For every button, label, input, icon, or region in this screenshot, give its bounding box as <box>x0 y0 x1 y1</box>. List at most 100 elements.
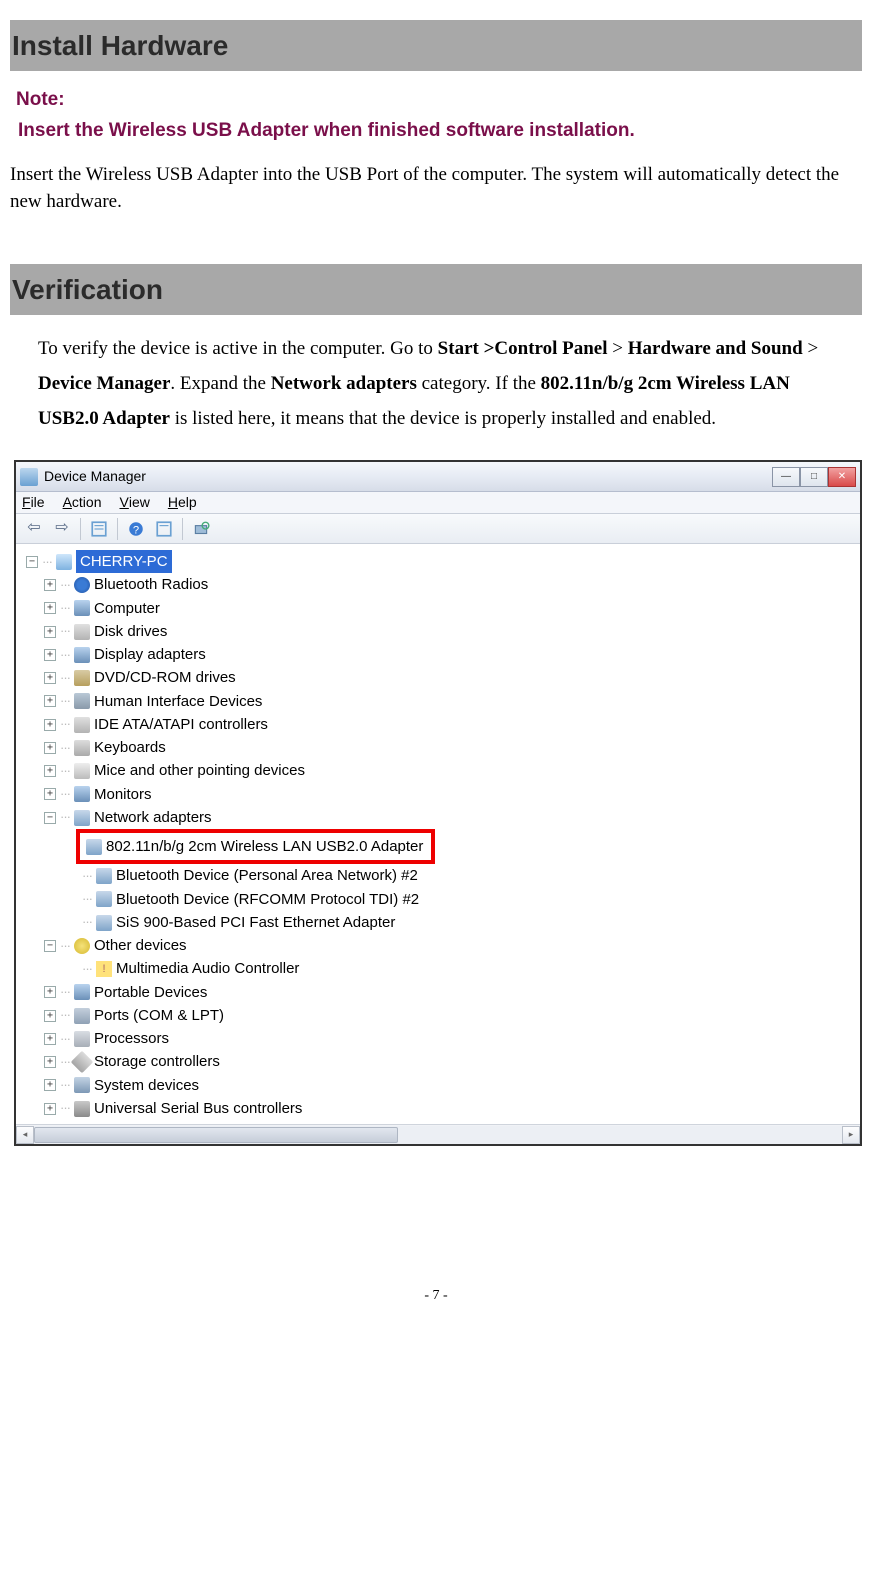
verify-text-k: is listed here, it means that the device… <box>170 408 716 429</box>
tree-node[interactable]: +···Disk drives <box>44 620 860 643</box>
tree-node[interactable]: +···Universal Serial Bus controllers <box>44 1097 860 1120</box>
tree-leaf[interactable]: ···Bluetooth Device (RFCOMM Protocol TDI… <box>82 888 860 911</box>
verify-text-i: category. If the <box>417 373 541 394</box>
node-label: Portable Devices <box>94 981 207 1004</box>
node-label: Display adapters <box>94 643 206 666</box>
back-button[interactable]: ⇦ <box>22 517 46 541</box>
titlebar[interactable]: Device Manager — □ ✕ <box>16 462 860 492</box>
expander-icon[interactable]: + <box>44 672 56 684</box>
processor-icon <box>74 1031 90 1047</box>
other-devices-icon <box>74 938 90 954</box>
expander-icon[interactable]: + <box>44 579 56 591</box>
expander-icon[interactable]: − <box>26 556 38 568</box>
tree-node[interactable]: +···Display adapters <box>44 643 860 666</box>
tree-leaf[interactable]: ···!Multimedia Audio Controller <box>82 957 860 980</box>
expander-icon[interactable]: + <box>44 788 56 800</box>
usb-icon <box>74 1101 90 1117</box>
tree-node[interactable]: +···Storage controllers <box>44 1050 860 1073</box>
tree-root[interactable]: −··· CHERRY-PC <box>26 550 860 573</box>
leaf-label: SiS 900-Based PCI Fast Ethernet Adapter <box>116 911 395 934</box>
scroll-right-button[interactable]: ▸ <box>842 1126 860 1144</box>
tree-leaf-highlighted[interactable]: 802.11n/b/g 2cm Wireless LAN USB2.0 Adap… <box>26 829 860 864</box>
expander-icon[interactable]: + <box>44 765 56 777</box>
expander-icon[interactable]: + <box>44 1056 56 1068</box>
ide-icon <box>74 717 90 733</box>
expander-icon[interactable]: + <box>44 1079 56 1091</box>
device-tree: −··· CHERRY-PC +···Bluetooth Radios +···… <box>16 544 860 1124</box>
menu-help[interactable]: Help <box>168 493 197 513</box>
maximize-button[interactable]: □ <box>800 467 828 487</box>
note-label: Note: <box>16 87 862 114</box>
tree-node[interactable]: +···Monitors <box>44 783 860 806</box>
scroll-left-button[interactable]: ◂ <box>16 1126 34 1144</box>
node-label: Human Interface Devices <box>94 690 262 713</box>
tree-node[interactable]: +···IDE ATA/ATAPI controllers <box>44 713 860 736</box>
menu-file[interactable]: File <box>22 493 45 513</box>
root-label: CHERRY-PC <box>76 550 172 573</box>
leaf-label: Multimedia Audio Controller <box>116 957 299 980</box>
tree-leaf[interactable]: ···Bluetooth Device (Personal Area Netwo… <box>82 864 860 887</box>
tree-node[interactable]: +···Bluetooth Radios <box>44 573 860 596</box>
computer-icon <box>56 554 72 570</box>
help-icon[interactable]: ? <box>124 517 148 541</box>
tree-node[interactable]: +···Portable Devices <box>44 981 860 1004</box>
keyboard-icon <box>74 740 90 756</box>
node-label: Ports (COM & LPT) <box>94 1004 224 1027</box>
node-label: Mice and other pointing devices <box>94 759 305 782</box>
expander-icon[interactable]: + <box>44 1033 56 1045</box>
node-label: Disk drives <box>94 620 167 643</box>
expander-icon[interactable]: − <box>44 812 56 824</box>
expander-icon[interactable]: + <box>44 602 56 614</box>
verify-sep1: > <box>608 338 628 359</box>
expander-icon[interactable]: + <box>44 695 56 707</box>
warning-icon: ! <box>96 961 112 977</box>
minimize-button[interactable]: — <box>772 467 800 487</box>
expander-icon[interactable]: + <box>44 649 56 661</box>
adapter-icon <box>96 891 112 907</box>
toolbar-separator <box>182 518 183 540</box>
para-verification: To verify the device is active in the co… <box>38 331 852 436</box>
tree-node[interactable]: +···Processors <box>44 1027 860 1050</box>
tree-node[interactable]: +···Keyboards <box>44 736 860 759</box>
tree-node[interactable]: +···Computer <box>44 597 860 620</box>
expander-icon[interactable]: + <box>44 626 56 638</box>
expander-icon[interactable]: + <box>44 986 56 998</box>
tree-node[interactable]: +···Ports (COM & LPT) <box>44 1004 860 1027</box>
scroll-track[interactable] <box>34 1126 842 1144</box>
forward-button[interactable]: ⇨ <box>50 517 74 541</box>
expander-icon[interactable]: + <box>44 1010 56 1022</box>
menu-action[interactable]: Action <box>63 493 102 513</box>
node-label: Storage controllers <box>94 1050 220 1073</box>
tree-node-other-devices[interactable]: −···Other devices <box>44 934 860 957</box>
expander-icon[interactable]: + <box>44 742 56 754</box>
dvd-icon <box>74 670 90 686</box>
tree-node-network-adapters[interactable]: −···Network adapters <box>44 806 860 829</box>
toolbar: ⇦ ⇨ ? <box>16 514 860 544</box>
page-number: - 7 - <box>10 1286 862 1306</box>
tree-leaf[interactable]: ···SiS 900-Based PCI Fast Ethernet Adapt… <box>82 911 860 934</box>
bluetooth-icon <box>74 577 90 593</box>
tree-node[interactable]: +···Mice and other pointing devices <box>44 759 860 782</box>
device-manager-window: Device Manager — □ ✕ File Action View He… <box>14 460 862 1146</box>
menubar: File Action View Help <box>16 492 860 514</box>
tree-node[interactable]: +···System devices <box>44 1074 860 1097</box>
leaf-label: 802.11n/b/g 2cm Wireless LAN USB2.0 Adap… <box>106 835 423 858</box>
expander-icon[interactable]: − <box>44 940 56 952</box>
refresh-icon[interactable] <box>189 517 213 541</box>
window-title: Device Manager <box>44 467 146 487</box>
scan-icon[interactable] <box>152 517 176 541</box>
verify-path-hs: Hardware and Sound <box>628 338 803 359</box>
node-label: Computer <box>94 597 160 620</box>
tree-node[interactable]: +···Human Interface Devices <box>44 690 860 713</box>
adapter-icon <box>96 915 112 931</box>
horizontal-scrollbar[interactable]: ◂ ▸ <box>16 1124 860 1144</box>
expander-icon[interactable]: + <box>44 1103 56 1115</box>
menu-view[interactable]: View <box>120 493 150 513</box>
verify-text-g: . Expand the <box>170 373 270 394</box>
properties-icon[interactable] <box>87 517 111 541</box>
tree-node[interactable]: +···DVD/CD-ROM drives <box>44 666 860 689</box>
scroll-thumb[interactable] <box>34 1127 398 1143</box>
node-label: Processors <box>94 1027 169 1050</box>
expander-icon[interactable]: + <box>44 719 56 731</box>
close-button[interactable]: ✕ <box>828 467 856 487</box>
